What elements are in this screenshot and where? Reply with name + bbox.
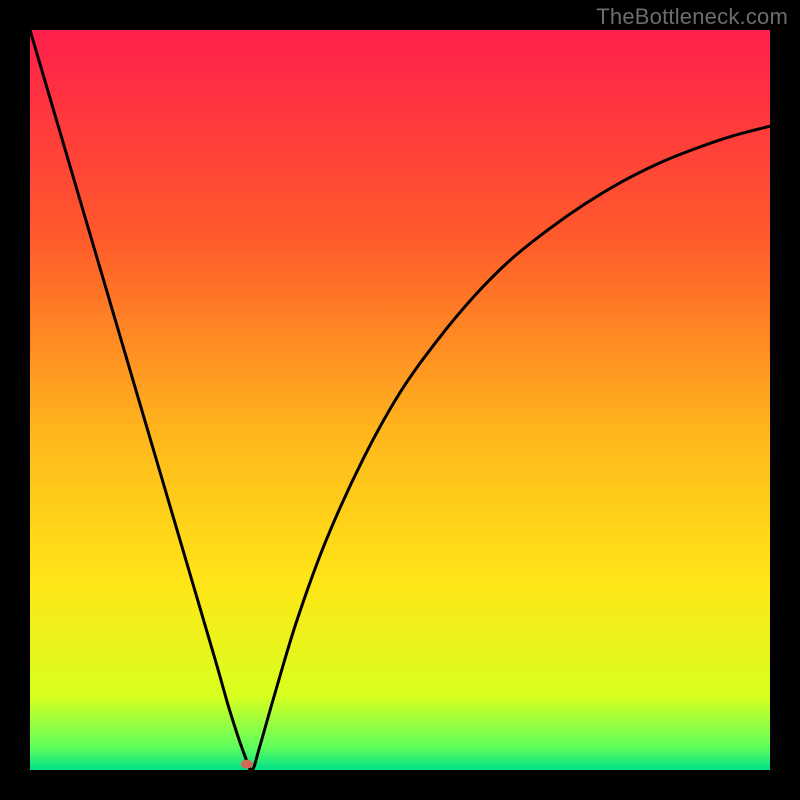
gradient-background: [30, 30, 770, 770]
chart-frame: TheBottleneck.com: [0, 0, 800, 800]
plot-area: [30, 30, 770, 770]
optimal-point-marker: [241, 760, 253, 769]
chart-svg: [30, 30, 770, 770]
watermark-text: TheBottleneck.com: [596, 4, 788, 30]
